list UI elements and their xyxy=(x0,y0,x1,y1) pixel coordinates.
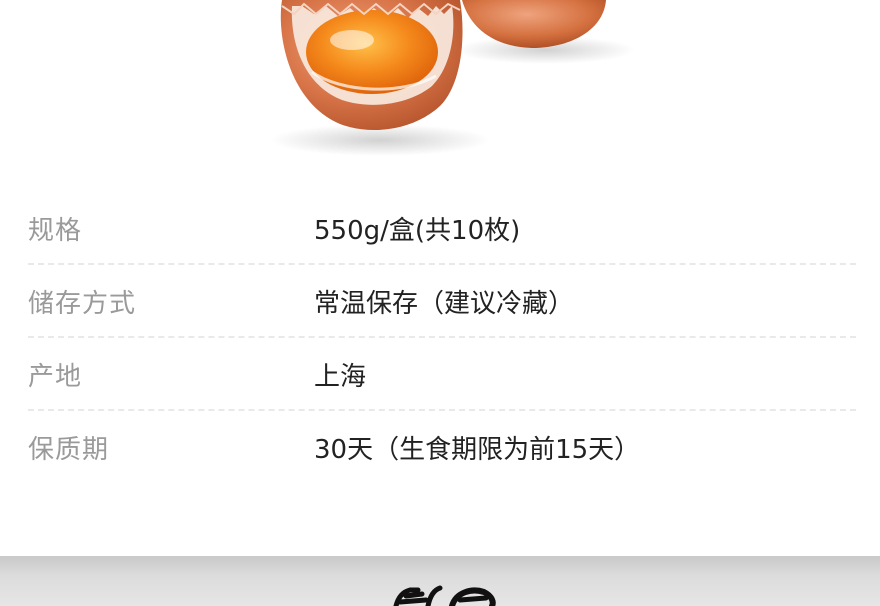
spec-label: 规格 xyxy=(28,216,83,246)
spec-label: 储存方式 xyxy=(28,289,137,319)
spec-label: 保质期 xyxy=(28,435,110,465)
spec-value: 常温保存（建议冷藏） xyxy=(314,289,575,319)
brush-calligraphy-fragment xyxy=(393,585,496,606)
spec-row-storage: 储存方式 常温保存（建议冷藏） xyxy=(28,265,856,338)
spec-table: 规格 550g/盒(共10枚) 储存方式 常温保存（建议冷藏） 产地 上海 保质… xyxy=(28,192,856,484)
spec-row-shelf-life: 保质期 30天（生食期限为前15天） xyxy=(28,411,856,484)
cracked-egg-image xyxy=(270,0,635,156)
bottom-section-banner xyxy=(0,556,880,606)
spec-label: 产地 xyxy=(28,362,83,392)
spec-value: 上海 xyxy=(314,362,367,392)
spec-value: 30天（生食期限为前15天） xyxy=(314,435,641,465)
spec-row-origin: 产地 上海 xyxy=(28,338,856,411)
spec-row-spec: 规格 550g/盒(共10枚) xyxy=(28,192,856,265)
spec-value: 550g/盒(共10枚) xyxy=(314,216,521,246)
hero-egg-image xyxy=(0,0,880,170)
